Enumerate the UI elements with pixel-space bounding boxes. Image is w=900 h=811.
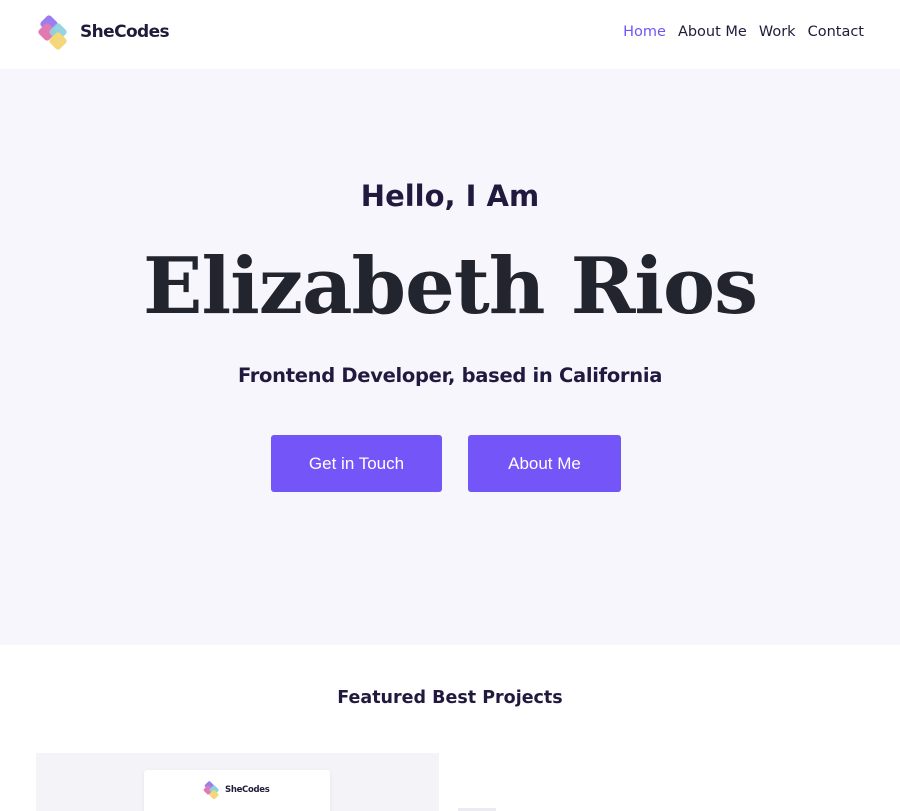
project-card[interactable]: SheCodes — [36, 753, 439, 811]
brand-name: SheCodes — [80, 22, 170, 42]
main-nav: Home About Me Work Contact — [623, 22, 864, 42]
portfolio-page: SheCodes Home About Me Work Contact Hell… — [0, 0, 900, 811]
nav-about-link[interactable]: About Me — [678, 24, 747, 40]
brand-logo[interactable]: SheCodes — [37, 13, 177, 51]
hero-section: Hello, I Am Elizabeth Rios Frontend Deve… — [0, 69, 900, 645]
nav-work-link[interactable]: Work — [759, 24, 796, 40]
about-me-button[interactable]: About Me — [468, 435, 621, 492]
nav-home-link[interactable]: Home — [623, 24, 666, 40]
project-logo: SheCodes — [203, 780, 270, 800]
featured-projects-section: Featured Best Projects SheCodes — [0, 645, 900, 811]
nav-contact-link[interactable]: Contact — [808, 24, 864, 40]
site-header: SheCodes Home About Me Work Contact — [0, 0, 900, 69]
get-in-touch-button[interactable]: Get in Touch — [271, 435, 442, 492]
hero-tagline: Frontend Developer, based in California — [237, 364, 663, 387]
hero-name: Elizabeth Rios — [143, 241, 758, 332]
hero-greeting: Hello, I Am — [360, 179, 540, 213]
shecodes-logo-icon — [38, 15, 67, 50]
projects-title: Featured Best Projects — [337, 688, 563, 708]
shecodes-mini-logo-icon — [203, 781, 219, 800]
project-logo-text: SheCodes — [225, 785, 270, 795]
project-preview: SheCodes — [144, 770, 330, 811]
